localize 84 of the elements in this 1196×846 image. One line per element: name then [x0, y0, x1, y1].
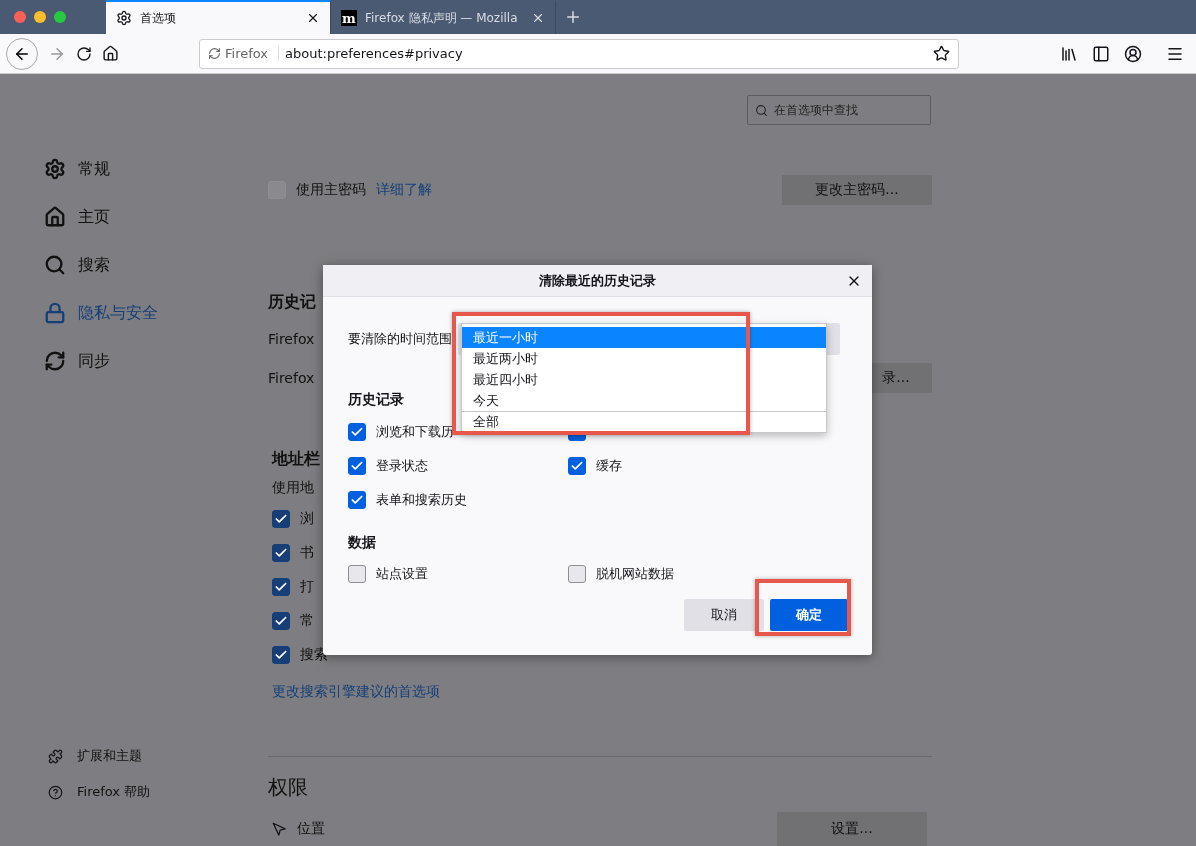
checkmark-icon — [274, 546, 288, 560]
sidebar-item[interactable]: 隐私与安全 — [44, 298, 268, 328]
checkbox[interactable] — [568, 457, 586, 475]
sidebar-item[interactable]: 同步 — [44, 346, 268, 376]
cancel-button[interactable]: 取消 — [684, 599, 764, 631]
site-logo: m — [341, 10, 357, 26]
sidebar-link[interactable]: 扩展和主题 — [44, 744, 268, 768]
address-bar[interactable]: Firefox about:preferences#privacy — [199, 38, 959, 69]
dropdown-option[interactable]: 最近一小时 — [462, 327, 826, 348]
confirm-button[interactable]: 确定 — [770, 599, 848, 631]
reload-icon[interactable] — [76, 45, 92, 62]
checkbox-label: 缓存 — [596, 457, 622, 475]
dropdown-option[interactable]: 最近两小时 — [462, 348, 826, 369]
location-arrow-icon — [272, 821, 287, 837]
checkbox[interactable] — [348, 491, 366, 509]
sidebar-link[interactable]: Firefox 帮助 — [44, 780, 268, 804]
home-icon[interactable] — [102, 45, 119, 62]
checkbox[interactable] — [348, 457, 366, 475]
checkbox[interactable] — [348, 423, 366, 441]
section-heading: 历史记 — [268, 291, 316, 313]
home-icon — [44, 206, 66, 228]
gear-icon — [44, 158, 66, 180]
history-text: Firefox — [268, 370, 315, 386]
permission-label: 位置 — [297, 820, 325, 838]
sidebar-icon[interactable] — [1092, 44, 1110, 63]
checkmark-icon — [350, 425, 364, 439]
checkbox[interactable] — [272, 544, 290, 562]
minimize-window-button[interactable] — [34, 11, 46, 23]
browser-tab[interactable]: 首选项 — [106, 0, 331, 34]
search-field[interactable]: 在首选项中查找 — [747, 95, 931, 125]
checkbox[interactable] — [348, 565, 366, 583]
checkbox-label: 站点设置 — [376, 565, 428, 583]
checkbox[interactable] — [272, 578, 290, 596]
dialog-section-heading: 历史记录 — [348, 390, 404, 409]
gear-icon — [116, 10, 132, 26]
close-tab-icon[interactable] — [306, 11, 320, 25]
dropdown-option[interactable]: 今天 — [462, 390, 826, 411]
site-identity[interactable]: Firefox — [208, 46, 280, 61]
checkbox-label: 搜索 — [300, 646, 328, 664]
checkbox[interactable] — [272, 646, 290, 664]
learn-more-link[interactable]: 详细了解 — [376, 181, 432, 199]
checkbox-label: 常 — [300, 612, 314, 630]
search-icon — [44, 254, 66, 276]
history-text: Firefox — [268, 331, 315, 347]
puzzle-icon — [48, 748, 63, 764]
section-description: 使用地 — [272, 479, 314, 497]
checkbox[interactable] — [272, 612, 290, 630]
checkmark-icon — [274, 648, 288, 662]
checkmark-icon — [274, 614, 288, 628]
time-range-label: 要清除的时间范围 — [348, 330, 452, 348]
change-password-button[interactable]: 更改主密码... — [782, 175, 932, 205]
account-icon[interactable] — [1124, 44, 1142, 63]
dialog-title: 清除最近的历史记录 — [539, 271, 656, 290]
checkbox-label: 打 — [300, 578, 314, 596]
star-icon[interactable] — [933, 45, 950, 62]
checkmark-icon — [570, 459, 584, 473]
checkmark-icon — [350, 493, 364, 507]
checkbox-label: 脱机网站数据 — [596, 565, 674, 583]
checkbox[interactable] — [272, 510, 290, 528]
checkmark-icon — [274, 512, 288, 526]
checkbox-label: 浏 — [300, 510, 314, 528]
dropdown-option[interactable]: 最近四小时 — [462, 369, 826, 390]
checkmark-icon — [274, 580, 288, 594]
checkbox[interactable] — [568, 565, 586, 583]
sync-icon — [44, 350, 66, 372]
zoom-window-button[interactable] — [54, 11, 66, 23]
sidebar-item[interactable]: 主页 — [44, 202, 268, 232]
checkmark-icon — [350, 459, 364, 473]
checkbox-label: 使用主密码 — [296, 181, 366, 199]
dialog-section-heading: 数据 — [348, 533, 376, 552]
checkbox-label: 登录状态 — [376, 457, 428, 475]
section-heading: 地址栏 — [272, 448, 320, 470]
sidebar-item[interactable]: 搜索 — [44, 250, 268, 280]
library-icon[interactable] — [1060, 44, 1078, 63]
help-icon — [48, 784, 63, 800]
checkbox-label: 书 — [300, 544, 314, 562]
sidebar-item[interactable]: 常规 — [44, 154, 268, 184]
checkbox-label: 浏览和下载历 — [376, 423, 454, 441]
checkbox-label: 表单和搜索历史 — [376, 491, 467, 509]
settings-button[interactable]: 设置... — [777, 812, 927, 846]
lock-icon — [44, 302, 66, 324]
section-heading: 权限 — [268, 773, 308, 801]
dropdown-option[interactable]: 全部 — [462, 411, 826, 432]
search-suggestions-link[interactable]: 更改搜索引擎建议的首选项 — [272, 683, 440, 701]
